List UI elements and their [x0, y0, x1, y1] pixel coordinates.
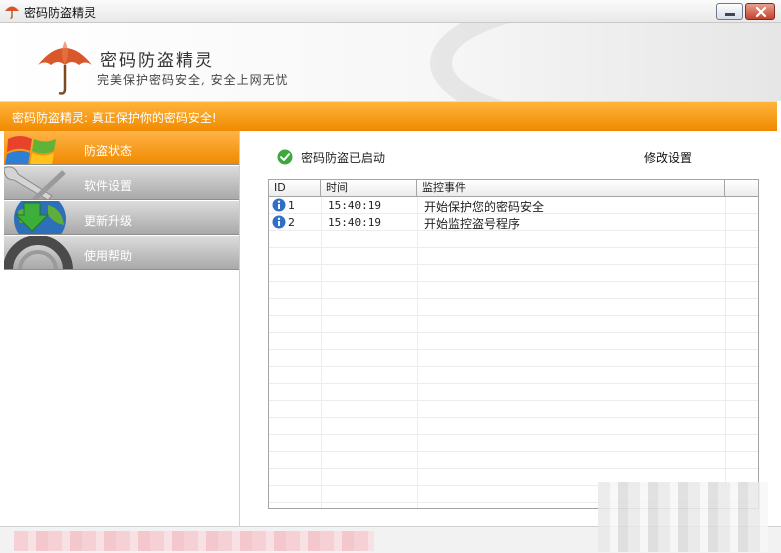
sidebar-item-software-settings[interactable]: 软件设置 [4, 166, 239, 200]
windows-flag-icon [5, 136, 56, 164]
title-bar: 密码防盗精灵 [0, 0, 781, 23]
window-title: 密码防盗精灵 [24, 6, 97, 20]
sidebar-item-update[interactable]: 更新升级 [4, 201, 239, 235]
sidebar-item-label: 防盗状态 [84, 144, 133, 158]
close-icon [755, 6, 767, 18]
table-grid [269, 197, 758, 508]
row-event: 开始保护您的密码安全 [424, 200, 545, 214]
lifebuoy-icon [4, 236, 73, 269]
row-time: 15:40:19 [328, 216, 381, 229]
column-divider [725, 197, 726, 508]
row-time: 15:40:19 [328, 199, 381, 212]
table-row[interactable]: 2 15:40:19 开始监控盗号程序 [269, 214, 758, 231]
protection-status-text: 密码防盗已启动 [301, 151, 386, 165]
umbrella-logo-icon [38, 41, 92, 95]
sidebar-item-label: 使用帮助 [84, 249, 133, 263]
info-icon [272, 215, 286, 229]
sidebar-item-help[interactable]: 使用帮助 [4, 236, 239, 270]
status-bar [0, 482, 781, 553]
obscured-text [14, 531, 374, 551]
event-log-table: ID 时间 监控事件 1 15:40:19 开始保护您的密码安全 2 15:40… [268, 179, 759, 509]
obscured-watermark [598, 482, 768, 552]
brand-title: 密码防盗精灵 [100, 51, 214, 71]
banner-text: 密码防盗精灵: 真正保护你的密码安全! [12, 111, 217, 125]
table-header: ID 时间 监控事件 [269, 180, 758, 197]
table-row[interactable]: 1 15:40:19 开始保护您的密码安全 [269, 197, 758, 214]
row-event: 开始监控盗号程序 [424, 217, 521, 231]
column-divider [417, 197, 418, 508]
minimize-button[interactable] [716, 3, 743, 20]
sidebar-item-protection-status[interactable]: 防盗状态 [4, 131, 239, 165]
sidebar-item-label: 软件设置 [84, 179, 133, 193]
column-header-event[interactable]: 监控事件 [417, 180, 725, 197]
app-header: 密码防盗精灵 完美保护密码安全, 安全上网无忧 [0, 23, 781, 101]
info-icon [272, 198, 286, 212]
row-id: 2 [288, 216, 295, 229]
row-id: 1 [288, 199, 295, 212]
column-divider [321, 197, 322, 508]
column-header-filler [725, 180, 758, 197]
globe-download-icon [14, 201, 66, 234]
close-button[interactable] [745, 3, 775, 20]
brand-slogan: 完美保护密码安全, 安全上网无忧 [97, 73, 289, 87]
info-banner: 密码防盗精灵: 真正保护你的密码安全! [0, 101, 777, 131]
check-circle-icon [277, 149, 293, 165]
modify-settings-link[interactable]: 修改设置 [644, 149, 692, 166]
main-panel: 密码防盗已启动 修改设置 ID 时间 监控事件 1 15:40:19 开始保护您… [241, 131, 777, 526]
header-decoration [430, 23, 781, 101]
minimize-icon [725, 13, 735, 16]
wrench-icon [4, 166, 66, 199]
umbrella-app-icon [5, 6, 19, 19]
sidebar: 防盗状态 软件设置 更新升级 使用帮助 [4, 131, 240, 526]
column-header-time[interactable]: 时间 [321, 180, 417, 197]
sidebar-item-label: 更新升级 [84, 214, 133, 228]
column-header-id[interactable]: ID [269, 180, 321, 197]
